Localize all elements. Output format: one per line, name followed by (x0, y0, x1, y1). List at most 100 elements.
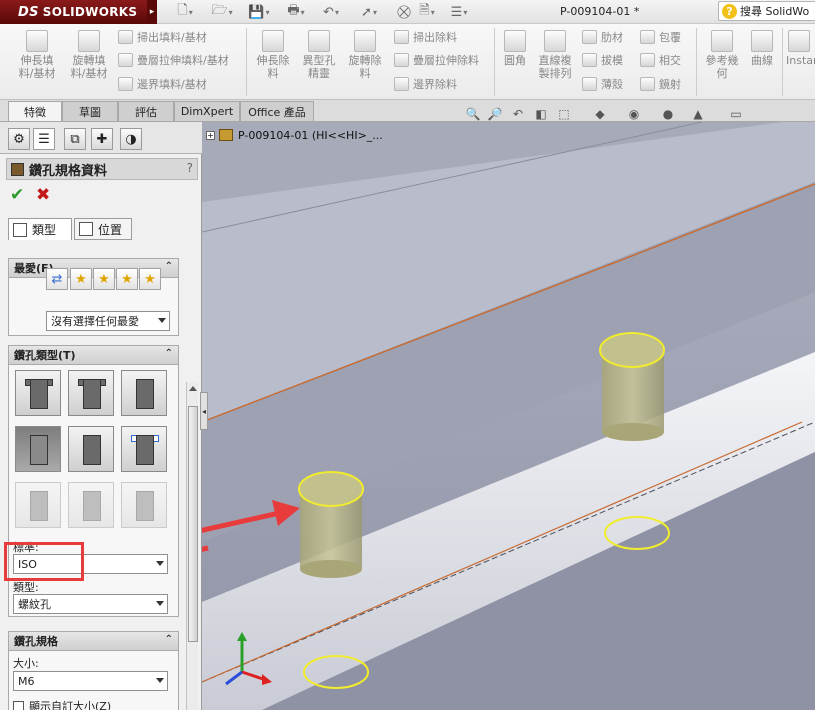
mirror-button[interactable]: 鏡射 (640, 75, 681, 93)
collapse-icon[interactable]: ⌃ (165, 634, 173, 645)
tapered-tap-icon[interactable] (68, 426, 114, 472)
hole-wizard-button[interactable]: 異型孔 精靈 (298, 30, 340, 80)
delete-favorite-icon[interactable]: ★ (93, 268, 115, 290)
save-icon[interactable]: 💾 ▾ (248, 3, 269, 21)
revolve-icon (78, 30, 100, 52)
apply-defaults-icon[interactable]: ⇄ (46, 268, 68, 290)
countersink-icon[interactable] (68, 370, 114, 416)
appearance-icon[interactable]: ● (660, 106, 676, 122)
print-icon[interactable]: 🖶 ▾ (287, 3, 305, 21)
scroll-thumb[interactable] (188, 406, 198, 642)
open-icon[interactable]: 🗁 ▾ (211, 3, 232, 21)
options-icon[interactable]: ☰ ▾ (450, 3, 468, 21)
rib-button[interactable]: 肋材 (582, 28, 623, 46)
feature-manager-icon[interactable]: ⚙ (8, 128, 30, 150)
tab-sketch[interactable]: 草圖 (62, 101, 118, 121)
add-favorite-icon[interactable]: ★ (70, 268, 92, 290)
rebuild-icon[interactable]: ⛒ (395, 3, 413, 21)
configuration-manager-icon[interactable]: ⧉ (64, 128, 86, 150)
tab-dimxpert[interactable]: DimXpert (174, 101, 240, 121)
tab-features[interactable]: 特徵 (8, 101, 62, 121)
linear-pattern-button[interactable]: 直線複 製排列 (534, 30, 576, 80)
reference-geometry-button[interactable]: 參考幾 何 (702, 30, 742, 80)
tab-type[interactable]: 類型 (8, 218, 72, 240)
straight-tap-icon[interactable] (15, 426, 61, 472)
swept-boss-button[interactable]: 掃出填料/基材 (118, 28, 207, 46)
panel-scrollbar[interactable] (186, 382, 198, 710)
hole-type-header[interactable]: 鑽孔類型(T) ⌃ (9, 346, 178, 365)
solidworks-logo[interactable]: DS SOLIDWORKS (0, 0, 147, 24)
boundary-cut-button[interactable]: 邊界除料 (394, 75, 457, 93)
panel-collapse-handle[interactable]: ◂ (200, 392, 208, 430)
hole-top-highlight[interactable] (599, 332, 665, 368)
view-settings-icon[interactable]: ▭ (728, 106, 744, 122)
lofted-cut-button[interactable]: 疊層拉伸除料 (394, 51, 479, 69)
display-manager-icon[interactable]: ◑ (120, 128, 142, 150)
size-select[interactable]: M6 (13, 671, 168, 691)
expand-icon[interactable]: + (206, 130, 215, 140)
tab-office-products[interactable]: Office 產品 (240, 101, 314, 121)
select-arrow-icon[interactable]: ➚ ▾ (360, 3, 378, 21)
search-field[interactable]: ? 搜尋 SolidWo (718, 1, 815, 21)
hole-top-highlight[interactable] (298, 471, 364, 507)
extruded-cut-button[interactable]: 伸長除 料 (252, 30, 294, 80)
file-properties-icon[interactable]: 🗎 ▾ (418, 3, 436, 21)
collapse-icon[interactable]: ⌃ (165, 261, 173, 272)
undo-icon[interactable]: ↶ ▾ (322, 3, 340, 21)
type-label: 類型: (13, 581, 39, 594)
revolved-cut-label: 旋轉除 料 (348, 54, 382, 80)
position-tab-icon (79, 222, 93, 236)
cancel-icon[interactable]: ✖ (36, 185, 50, 205)
save-favorite-icon[interactable]: ★ (116, 268, 138, 290)
fillet-button[interactable]: 圓角 (500, 30, 530, 67)
favorites-select[interactable]: 沒有選擇任何最愛 (46, 311, 170, 331)
scene-icon[interactable]: ▲ (690, 106, 706, 122)
rib-icon (582, 30, 597, 44)
curves-button[interactable]: 曲線 (746, 30, 778, 67)
hole-spec-header-label: 鑽孔規格 (14, 635, 58, 648)
lofted-boss-button[interactable]: 疊層拉伸填料/基材 (118, 51, 229, 69)
hole-icon[interactable] (121, 370, 167, 416)
ok-icon[interactable]: ✔ (10, 185, 24, 205)
property-manager-icon[interactable]: ☰ (33, 128, 55, 150)
zoom-to-fit-icon[interactable]: 🔍 (465, 106, 481, 122)
load-favorite-icon[interactable]: ★ (139, 268, 161, 290)
checkbox-box[interactable] (13, 700, 24, 710)
help-search-icon: ? (722, 3, 737, 19)
graphics-area[interactable] (202, 122, 815, 710)
view-orientation-icon[interactable]: ⬚ (556, 106, 572, 122)
hole-spec-header[interactable]: 鑽孔規格 ⌃ (9, 632, 178, 651)
boundary-boss-button[interactable]: 邊界填料/基材 (118, 75, 207, 93)
display-style-icon[interactable]: ◆ (592, 106, 608, 122)
type-select[interactable]: 螺紋孔 (13, 594, 168, 614)
scroll-up-icon[interactable] (189, 386, 197, 391)
straight-tap-shaft-icon (30, 435, 48, 465)
collapse-icon[interactable]: ⌃ (165, 348, 173, 359)
tab-evaluate[interactable]: 評估 (118, 101, 174, 121)
boundary-icon (118, 77, 133, 91)
intersect-button[interactable]: 相交 (640, 51, 681, 69)
custom-size-checkbox[interactable]: 顯示自訂大小(Z) (13, 698, 111, 710)
menu-expand-icon[interactable]: ▸ (147, 0, 157, 24)
revolved-cut-button[interactable]: 旋轉除 料 (344, 30, 386, 80)
instant3d-button[interactable]: Instan (786, 30, 815, 67)
extruded-boss-button[interactable]: 伸長填 料/基材 (14, 30, 60, 80)
dimxpert-manager-icon[interactable]: ✚ (91, 128, 113, 150)
tab-position[interactable]: 位置 (74, 218, 132, 240)
revolved-boss-button[interactable]: 旋轉填 料/基材 (66, 30, 112, 80)
shell-button[interactable]: 薄殼 (582, 75, 623, 93)
wrap-button[interactable]: 包覆 (640, 28, 681, 46)
wrap-label: 包覆 (659, 31, 681, 44)
feature-tree-flyout[interactable]: + P-009104-01 (HI<<HI>_... (206, 127, 383, 143)
swept-cut-button[interactable]: 掃出除料 (394, 28, 457, 46)
legacy-hole-icon[interactable] (121, 426, 167, 472)
property-manager-title: 鑽孔規格資料 (29, 163, 108, 179)
counterbore-icon[interactable] (15, 370, 61, 416)
zoom-area-icon[interactable]: 🔎 (487, 106, 503, 122)
new-doc-icon[interactable]: 🗋 ▾ (176, 3, 194, 21)
draft-button[interactable]: 拔模 (582, 51, 623, 69)
hide-show-icon[interactable]: ◉ (626, 106, 642, 122)
section-view-icon[interactable]: ◧ (533, 106, 549, 122)
help-icon[interactable]: ? (187, 161, 193, 175)
previous-view-icon[interactable]: ↶ (510, 106, 526, 122)
